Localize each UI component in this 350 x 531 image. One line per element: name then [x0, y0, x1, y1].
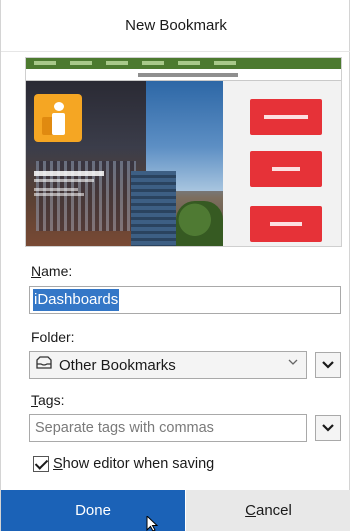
chevron-down-icon	[322, 424, 334, 432]
chevron-down-icon	[287, 356, 299, 371]
show-editor-checkbox[interactable]	[33, 456, 49, 472]
folder-select[interactable]: Other Bookmarks	[29, 351, 307, 379]
preview-red-button	[250, 206, 322, 242]
name-field[interactable]: iDashboards	[29, 286, 341, 314]
preview-sub-bar	[26, 69, 341, 81]
show-editor-option[interactable]: Show editor when saving	[33, 456, 214, 472]
name-label: Name:	[31, 263, 73, 279]
tags-label: Tags:	[31, 392, 65, 408]
folder-select-value: Other Bookmarks	[59, 356, 176, 374]
preview-red-button	[250, 151, 322, 187]
bookmarks-folder-icon	[35, 355, 53, 376]
show-editor-label[interactable]: Show editor when saving	[53, 456, 214, 472]
name-field-value[interactable]: iDashboards	[33, 289, 120, 311]
preview-university-text	[34, 171, 114, 196]
idashboards-logo	[34, 94, 82, 142]
tags-field[interactable]	[29, 414, 307, 442]
new-bookmark-dialog: New Bookmark Name: iDashboards Folder: O…	[0, 0, 350, 531]
preview-nav-bar	[26, 58, 341, 69]
dialog-title: New Bookmark	[1, 0, 350, 52]
tags-list-expander-button[interactable]	[315, 415, 341, 441]
mouse-pointer-icon	[146, 516, 159, 531]
chevron-down-icon	[322, 361, 334, 369]
folder-tree-expander-button[interactable]	[315, 352, 341, 378]
preview-red-button	[250, 99, 322, 135]
cancel-button[interactable]: Cancel	[186, 490, 350, 531]
dialog-footer: Done Cancel	[1, 490, 350, 531]
preview-button-panel	[223, 81, 341, 246]
folder-label: Folder:	[31, 329, 75, 345]
tags-input[interactable]	[35, 420, 306, 436]
page-preview-thumbnail	[25, 57, 342, 247]
